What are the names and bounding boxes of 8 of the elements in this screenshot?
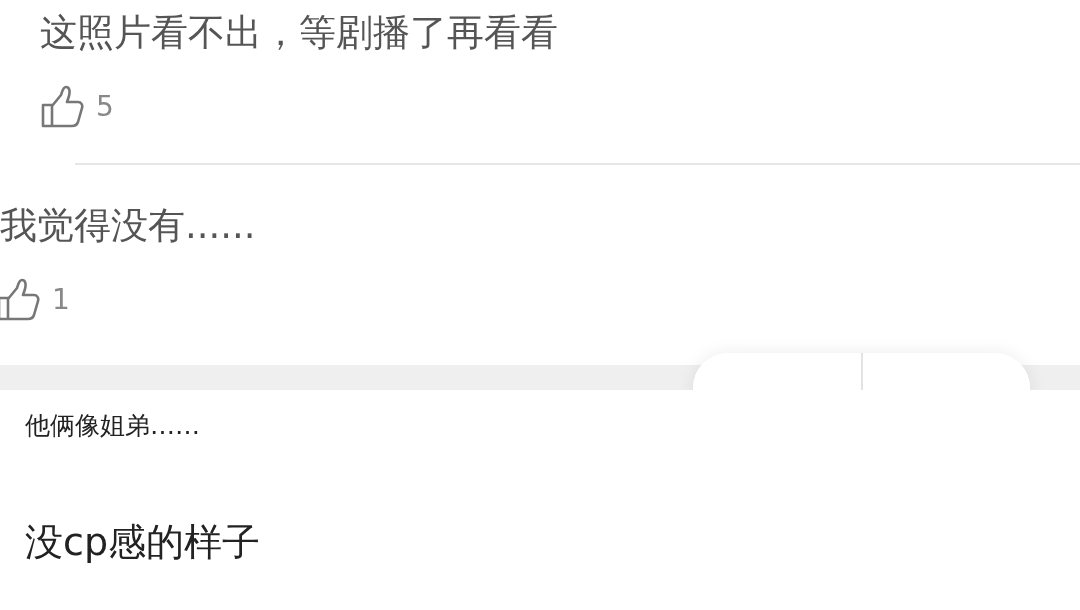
comment-text: 这照片看不出，等剧播了再看看 xyxy=(40,10,559,51)
thumbs-up-icon[interactable] xyxy=(0,278,40,322)
like-count: 5 xyxy=(96,93,114,121)
like-count: 1 xyxy=(52,286,70,314)
post-text: 他俩像姐弟…… xyxy=(25,410,201,440)
thumbs-up-icon[interactable] xyxy=(40,85,84,129)
post-text: 没cp感的样子 xyxy=(25,518,261,564)
comment-text: 我觉得没有...... xyxy=(0,203,257,244)
